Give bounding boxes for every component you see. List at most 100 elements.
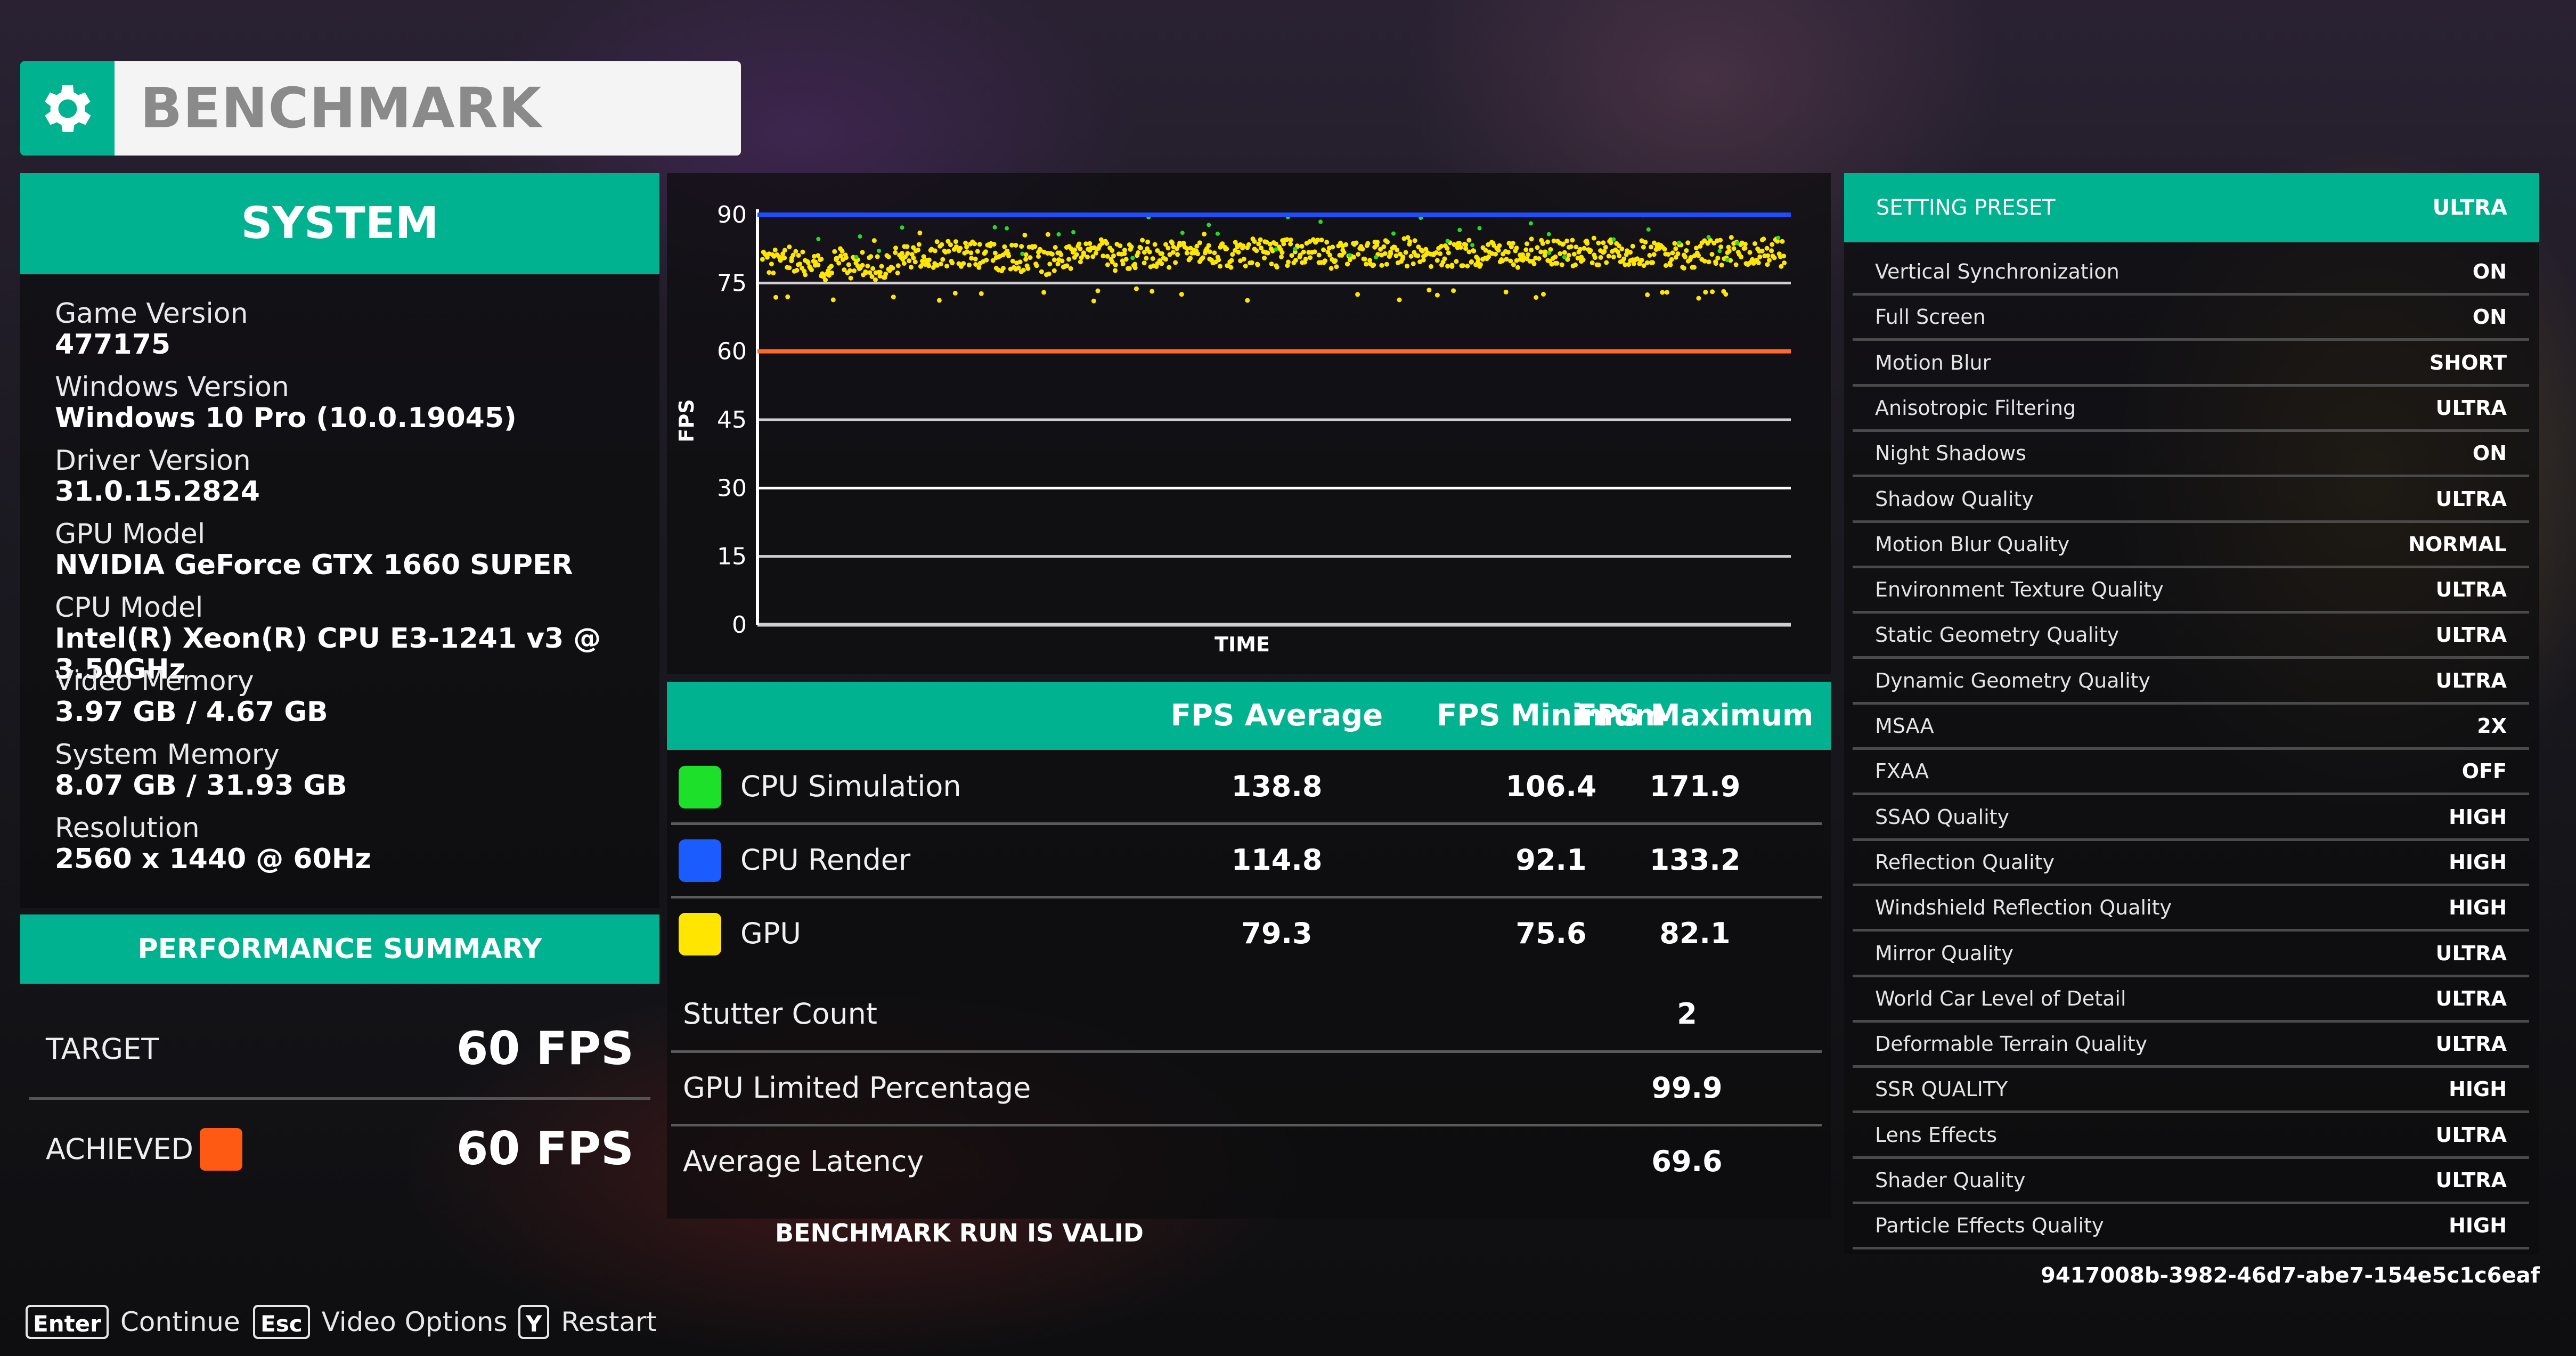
info-name: Average Latency: [683, 1145, 924, 1178]
setting-name: Vertical Synchronization: [1875, 260, 2120, 283]
gpu-fps-point: [760, 257, 765, 262]
gpu-fps-point: [1293, 258, 1298, 263]
video-options-button[interactable]: Esc Video Options: [253, 1302, 508, 1342]
gpu-fps-point: [787, 265, 792, 271]
gpu-fps-point: [1478, 262, 1483, 267]
gpu-fps-point: [1568, 244, 1574, 249]
info-name: Stutter Count: [683, 997, 877, 1031]
gpu-fps-point: [1255, 262, 1260, 267]
gpu-fps-point: [950, 260, 955, 266]
gpu-fps-point: [1415, 253, 1421, 258]
setting-name: Night Shadows: [1875, 442, 2026, 465]
gpu-fps-point: [1160, 251, 1164, 256]
gpu-fps-point: [1055, 262, 1061, 267]
gpu-fps-point: [1150, 289, 1155, 294]
gpu-fps-point: [1365, 241, 1371, 246]
setting-name: Reflection Quality: [1875, 850, 2055, 874]
gpu-fps-point: [1243, 264, 1248, 268]
y-tick-label: 30: [717, 475, 747, 502]
continue-button[interactable]: Enter Continue: [26, 1302, 240, 1342]
gpu-fps-point: [891, 295, 896, 300]
gpu-fps-point: [1385, 239, 1390, 244]
gpu-fps-point: [1028, 255, 1033, 260]
restart-button[interactable]: Y Restart: [518, 1302, 657, 1342]
gpu-fps-point: [873, 277, 878, 282]
gpu-fps-point: [794, 268, 800, 273]
setting-value: OFF: [2461, 759, 2507, 783]
setting-value: HIGH: [2449, 850, 2507, 874]
gpu-fps-point: [890, 266, 895, 271]
gpu-fps-point: [1129, 244, 1134, 249]
setting-preset-label: SETTING PRESET: [1876, 195, 2056, 220]
gpu-fps-point: [1022, 232, 1028, 238]
gpu-fps-point: [1439, 243, 1444, 249]
gpu-fps-point: [1769, 248, 1774, 254]
gpu-fps-point: [1356, 252, 1361, 257]
gpu-fps-point: [844, 255, 849, 260]
gpu-fps-point: [847, 268, 853, 273]
gpu-fps-point: [1718, 244, 1724, 249]
gpu-fps-point: [1091, 298, 1096, 304]
info-value: 2: [1677, 997, 1697, 1031]
gpu-fps-point: [1328, 266, 1334, 271]
gpu-fps-point: [848, 275, 853, 281]
gpu-fps-point: [1400, 255, 1406, 259]
gpu-fps-point: [1093, 250, 1098, 256]
setting-name: Static Geometry Quality: [1875, 623, 2120, 647]
setting-value: ULTRA: [2435, 578, 2507, 602]
title-bar: BENCHMARK RESULTS: [20, 61, 741, 156]
gpu-fps-point: [1058, 252, 1064, 257]
gpu-fps-point: [1438, 251, 1443, 256]
gpu-fps-point: [1397, 297, 1402, 303]
setting-row: Anisotropic Filtering ULTRA: [1853, 387, 2529, 432]
gpu-fps-point: [1588, 248, 1593, 253]
gpu-fps-point: [1596, 262, 1601, 267]
gpu-fps-point: [1327, 252, 1333, 258]
gpu-fps-point: [1095, 288, 1100, 293]
gpu-fps-point: [1770, 242, 1775, 247]
gpu-fps-point: [1113, 262, 1118, 267]
gpu-fps-point: [958, 246, 963, 251]
gpu-fps-point: [1664, 263, 1668, 268]
setting-row: Night Shadows ON: [1853, 432, 2529, 478]
gpu-fps-point: [1408, 254, 1414, 259]
setting-value: NORMAL: [2408, 532, 2507, 556]
gpu-fps-point: [1747, 250, 1752, 255]
gpu-fps-point: [1670, 250, 1675, 256]
stat-average: 114.8: [1231, 843, 1323, 877]
esc-key-icon: Esc: [253, 1305, 310, 1339]
gpu-fps-point: [1641, 244, 1646, 250]
gpu-fps-point: [983, 249, 988, 255]
setting-row: Static Geometry Quality ULTRA: [1853, 614, 2529, 659]
gpu-fps-point: [1573, 262, 1578, 267]
gpu-fps-point: [1384, 262, 1389, 267]
gpu-fps-point: [1236, 250, 1241, 255]
gpu-fps-point: [916, 242, 922, 247]
gpu-fps-point: [936, 298, 942, 303]
gpu-fps-point: [823, 277, 828, 283]
gpu-fps-point: [1434, 292, 1440, 298]
gpu-fps-point: [1002, 244, 1007, 249]
gpu-fps-point: [1212, 250, 1217, 256]
system-label: GPU Model: [55, 518, 206, 550]
gpu-fps-point: [1739, 254, 1744, 259]
gpu-fps-point: [1765, 262, 1770, 267]
gpu-fps-point: [1580, 257, 1586, 263]
gpu-fps-point: [1279, 254, 1284, 259]
gpu-fps-point: [879, 264, 884, 269]
system-value: Windows 10 Pro (10.0.19045): [55, 402, 517, 434]
cpu-simulation-point: [1347, 253, 1352, 258]
gpu-fps-point: [1733, 262, 1739, 267]
cpu-simulation-point: [854, 255, 859, 259]
gpu-fps-point: [1078, 259, 1083, 265]
setting-value: HIGH: [2449, 805, 2507, 829]
gpu-fps-point: [1429, 264, 1433, 269]
target-row: TARGET 60 FPS: [20, 1000, 659, 1098]
info-value: 69.6: [1651, 1145, 1723, 1178]
gpu-fps-point: [1308, 255, 1313, 260]
system-label: Windows Version: [55, 371, 289, 403]
setting-name: Particle Effects Quality: [1875, 1214, 2104, 1238]
gpu-fps-point: [984, 257, 989, 263]
gpu-fps-point: [1147, 249, 1152, 255]
system-row-resolution: Resolution 2560 x 1440 @ 60Hz: [55, 813, 651, 875]
